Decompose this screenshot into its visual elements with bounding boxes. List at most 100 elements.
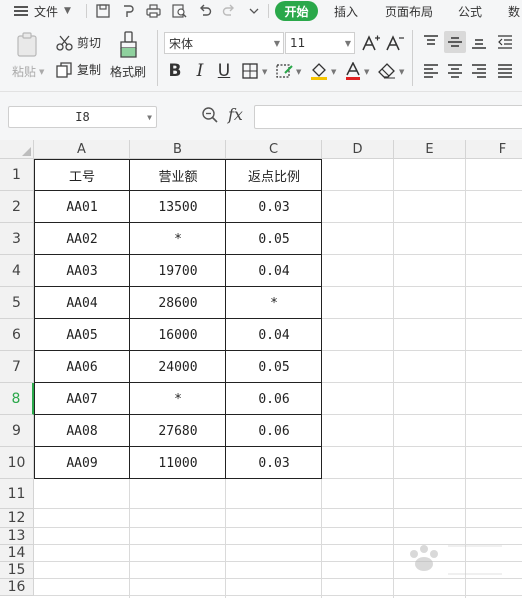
header-cell[interactable]: 工号 bbox=[34, 159, 130, 191]
table-cell[interactable]: 28600 bbox=[130, 287, 226, 319]
formula-input[interactable] bbox=[254, 105, 522, 129]
row-header-16[interactable]: 16 bbox=[0, 579, 34, 596]
row-header-10[interactable]: 10 bbox=[0, 447, 34, 479]
table-cell[interactable]: 0.06 bbox=[226, 383, 322, 415]
table-cell[interactable]: 16000 bbox=[130, 319, 226, 351]
align-right-icon[interactable] bbox=[468, 60, 490, 82]
table-cell[interactable]: AA01 bbox=[34, 191, 130, 223]
undo-icon[interactable] bbox=[196, 2, 214, 20]
table-cell[interactable]: 24000 bbox=[130, 351, 226, 383]
row-header-6[interactable]: 6 bbox=[0, 319, 34, 351]
paintbrush-icon[interactable] bbox=[118, 31, 140, 63]
tab-data[interactable]: 数 bbox=[502, 1, 522, 21]
column-header-b[interactable]: B bbox=[130, 140, 226, 159]
quick-access-dropdown-icon[interactable] bbox=[245, 2, 263, 20]
fill-color-icon[interactable] bbox=[309, 61, 329, 81]
font-size-select[interactable]: 11 ▼ bbox=[285, 32, 355, 54]
table-cell[interactable]: AA03 bbox=[34, 255, 130, 287]
table-cell[interactable]: * bbox=[226, 287, 322, 319]
tab-home[interactable]: 开始 bbox=[275, 1, 318, 21]
paste-icon[interactable] bbox=[16, 32, 40, 62]
table-cell[interactable]: AA08 bbox=[34, 415, 130, 447]
justify-icon[interactable] bbox=[494, 60, 516, 82]
copy-button[interactable]: 复制 bbox=[56, 61, 101, 78]
chevron-down-icon[interactable]: ▼ bbox=[364, 68, 369, 76]
chevron-down-icon[interactable]: ▼ bbox=[262, 68, 267, 76]
table-cell[interactable]: AA04 bbox=[34, 287, 130, 319]
cut-button[interactable]: 剪切 bbox=[56, 34, 101, 51]
table-cell[interactable]: * bbox=[130, 223, 226, 255]
borders-icon[interactable] bbox=[240, 61, 260, 81]
table-cell[interactable]: 0.03 bbox=[226, 191, 322, 223]
table-cell[interactable]: 11000 bbox=[130, 447, 226, 479]
font-name-select[interactable]: 宋体 ▼ bbox=[164, 32, 284, 54]
paste-button[interactable]: 粘贴 ▼ bbox=[12, 63, 44, 80]
row-header-8[interactable]: 8 bbox=[0, 383, 34, 415]
file-menu[interactable]: 文件 ▼ bbox=[14, 0, 71, 22]
row-header-3[interactable]: 3 bbox=[0, 223, 34, 255]
table-cell[interactable]: * bbox=[130, 383, 226, 415]
table-cell[interactable]: AA09 bbox=[34, 447, 130, 479]
redo-icon[interactable] bbox=[220, 2, 238, 20]
tab-insert[interactable]: 插入 bbox=[326, 1, 366, 21]
name-box[interactable]: I8 ▼ bbox=[8, 106, 157, 128]
table-cell[interactable]: 0.04 bbox=[226, 255, 322, 287]
eraser-icon[interactable] bbox=[377, 61, 397, 81]
table-cell[interactable]: 0.04 bbox=[226, 319, 322, 351]
column-header-f[interactable]: F bbox=[466, 140, 522, 159]
table-cell[interactable]: 0.05 bbox=[226, 351, 322, 383]
underline-icon[interactable]: U bbox=[214, 60, 234, 82]
column-header-d[interactable]: D bbox=[322, 140, 394, 159]
align-bottom-icon[interactable] bbox=[468, 31, 490, 53]
row-header-11[interactable]: 11 bbox=[0, 479, 34, 509]
cell-style-icon[interactable] bbox=[274, 61, 294, 81]
align-left-icon[interactable] bbox=[420, 60, 442, 82]
align-middle-icon[interactable] bbox=[444, 31, 466, 53]
row-header-9[interactable]: 9 bbox=[0, 415, 34, 447]
chevron-down-icon[interactable]: ▼ bbox=[399, 68, 404, 76]
decrease-indent-icon[interactable] bbox=[494, 31, 516, 53]
align-center-icon[interactable] bbox=[444, 60, 466, 82]
chevron-down-icon[interactable]: ▼ bbox=[296, 68, 301, 76]
column-header-c[interactable]: C bbox=[226, 140, 322, 159]
table-cell[interactable]: 0.05 bbox=[226, 223, 322, 255]
tab-page-layout[interactable]: 页面布局 bbox=[378, 1, 440, 21]
increase-font-icon[interactable] bbox=[360, 32, 382, 54]
row-header-1[interactable]: 1 bbox=[0, 159, 34, 191]
save-icon[interactable] bbox=[94, 2, 112, 20]
table-cell[interactable]: 27680 bbox=[130, 415, 226, 447]
header-cell[interactable]: 返点比例 bbox=[226, 159, 322, 191]
function-icon[interactable]: fx bbox=[228, 105, 243, 124]
row-header-5[interactable]: 5 bbox=[0, 287, 34, 319]
font-color-icon[interactable] bbox=[343, 60, 363, 82]
print-preview-icon[interactable] bbox=[170, 2, 188, 20]
row-header-4[interactable]: 4 bbox=[0, 255, 34, 287]
table-cell[interactable]: AA06 bbox=[34, 351, 130, 383]
select-all-corner[interactable] bbox=[0, 140, 34, 159]
zoom-icon[interactable] bbox=[201, 106, 221, 126]
format-painter-icon[interactable] bbox=[119, 2, 137, 20]
row-header-12[interactable]: 12 bbox=[0, 509, 34, 528]
italic-icon[interactable]: I bbox=[190, 60, 210, 82]
row-header-13[interactable]: 13 bbox=[0, 528, 34, 545]
print-icon[interactable] bbox=[144, 2, 162, 20]
chevron-down-icon[interactable]: ▼ bbox=[331, 68, 336, 76]
decrease-font-icon[interactable] bbox=[384, 32, 406, 54]
row-header-15[interactable]: 15 bbox=[0, 562, 34, 579]
table-cell[interactable]: 13500 bbox=[130, 191, 226, 223]
table-cell[interactable]: AA07 bbox=[34, 383, 130, 415]
table-cell[interactable]: 0.03 bbox=[226, 447, 322, 479]
table-cell[interactable]: AA02 bbox=[34, 223, 130, 255]
spreadsheet-grid[interactable]: A B C D E F 1 2 3 4 5 6 7 8 9 10 11 12 13 14 15 16 工号 营业额 返点比例 AA… bbox=[0, 140, 522, 598]
row-header-14[interactable]: 14 bbox=[0, 545, 34, 562]
row-header-7[interactable]: 7 bbox=[0, 351, 34, 383]
column-header-e[interactable]: E bbox=[394, 140, 466, 159]
bold-icon[interactable]: B bbox=[165, 60, 185, 82]
header-cell[interactable]: 营业额 bbox=[130, 159, 226, 191]
table-cell[interactable]: 19700 bbox=[130, 255, 226, 287]
align-top-icon[interactable] bbox=[420, 31, 442, 53]
table-cell[interactable]: 0.06 bbox=[226, 415, 322, 447]
table-cell[interactable]: AA05 bbox=[34, 319, 130, 351]
format-painter-button[interactable]: 格式刷 bbox=[110, 63, 146, 80]
column-header-a[interactable]: A bbox=[34, 140, 130, 159]
